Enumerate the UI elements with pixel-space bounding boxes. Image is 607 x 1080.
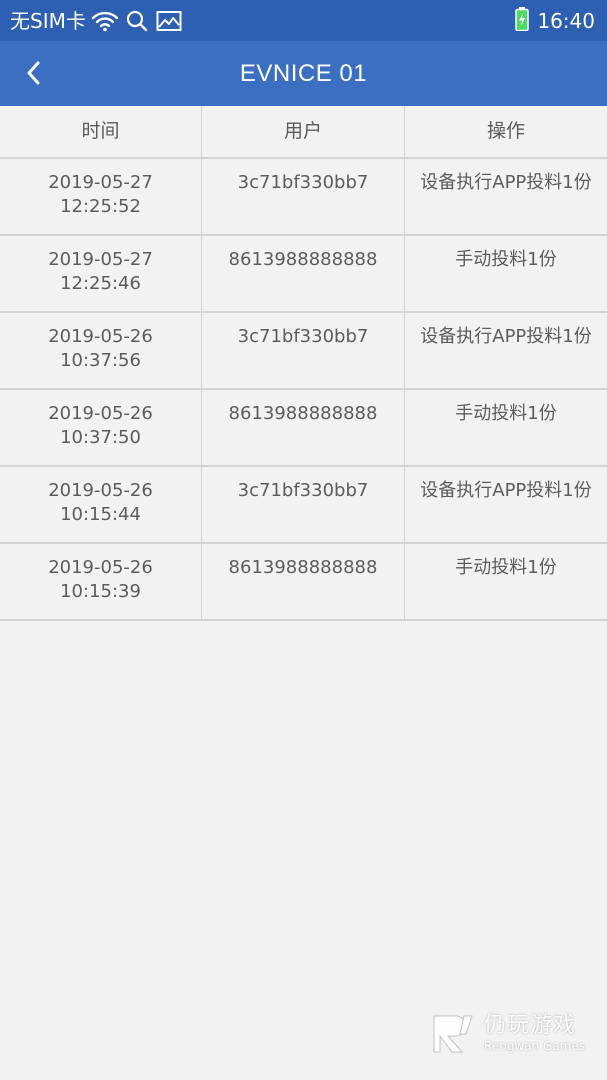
cell-user: 8613988888888 [202, 390, 405, 465]
wifi-icon [90, 8, 120, 34]
table-row[interactable]: 2019-05-27 12:25:46 8613988888888 手动投料1份 [0, 236, 607, 313]
watermark-name-cn: 仍玩游戏 [484, 1013, 577, 1038]
cell-user: 3c71bf330bb7 [202, 159, 405, 234]
cell-user: 8613988888888 [202, 236, 405, 311]
watermark-name-en: Rengwan Games [484, 1039, 585, 1053]
back-button[interactable] [14, 53, 54, 93]
status-right: 16:40 [515, 7, 595, 35]
table-row[interactable]: 2019-05-26 10:37:50 8613988888888 手动投料1份 [0, 390, 607, 467]
carrier-label: 无SIM卡 [10, 9, 86, 33]
status-left: 无SIM卡 [10, 8, 186, 34]
cell-time: 2019-05-26 10:15:39 [0, 544, 202, 619]
watermark-logo-icon [433, 1015, 473, 1053]
cell-user: 3c71bf330bb7 [202, 467, 405, 542]
table-header: 时间 用户 操作 [0, 106, 607, 159]
watermark: 仍玩游戏 Rengwan Games [430, 1010, 585, 1056]
cell-action: 设备执行APP投料1份 [420, 480, 592, 501]
cell-action: 手动投料1份 [455, 403, 557, 424]
cell-action: 设备执行APP投料1份 [420, 326, 592, 347]
cell-user: 3c71bf330bb7 [202, 313, 405, 388]
app-bar: EVNICE 01 [0, 41, 607, 106]
chevron-left-icon [27, 61, 40, 85]
cell-user: 8613988888888 [202, 544, 405, 619]
image-icon [154, 8, 184, 34]
cell-time: 2019-05-27 12:25:52 [0, 159, 202, 234]
page-title: EVNICE 01 [239, 60, 368, 87]
table-row[interactable]: 2019-05-26 10:15:39 8613988888888 手动投料1份 [0, 544, 607, 621]
column-header-user: 用户 [202, 106, 405, 157]
watermark-text: 仍玩游戏 Rengwan Games [484, 1013, 585, 1053]
cell-action: 手动投料1份 [455, 249, 557, 270]
cell-time: 2019-05-26 10:15:44 [0, 467, 202, 542]
table-row[interactable]: 2019-05-27 12:25:52 3c71bf330bb7 设备执行APP… [0, 159, 607, 236]
clock: 16:40 [537, 9, 595, 33]
cell-time: 2019-05-27 12:25:46 [0, 236, 202, 311]
search-icon [122, 8, 152, 34]
status-bar: 无SIM卡 16:40 [0, 0, 607, 41]
cell-time: 2019-05-26 10:37:50 [0, 390, 202, 465]
log-table: 时间 用户 操作 2019-05-27 12:25:52 3c71bf330bb… [0, 106, 607, 621]
cell-time: 2019-05-26 10:37:56 [0, 313, 202, 388]
battery-charging-icon [515, 7, 530, 35]
table-row[interactable]: 2019-05-26 10:15:44 3c71bf330bb7 设备执行APP… [0, 467, 607, 544]
table-row[interactable]: 2019-05-26 10:37:56 3c71bf330bb7 设备执行APP… [0, 313, 607, 390]
cell-action: 手动投料1份 [455, 557, 557, 578]
column-header-action: 操作 [486, 120, 525, 142]
cell-action: 设备执行APP投料1份 [420, 172, 592, 193]
column-header-time: 时间 [0, 106, 202, 157]
